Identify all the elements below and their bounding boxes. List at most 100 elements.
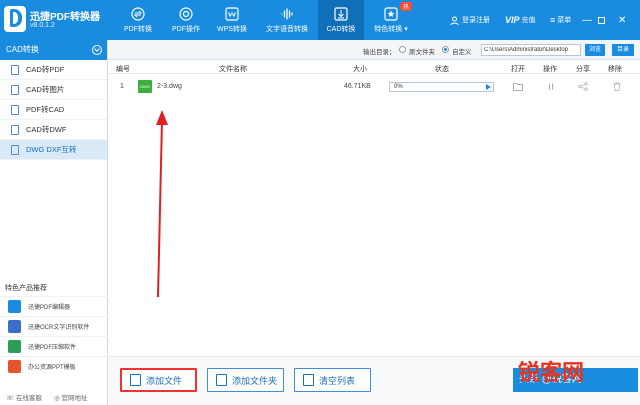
trash-icon[interactable] — [612, 82, 622, 91]
promo-title: 特色产品推荐 — [5, 285, 47, 292]
progress-text: 0% — [394, 84, 403, 90]
col-size: 大小 — [353, 66, 367, 73]
target-icon — [179, 6, 193, 21]
app-version: v8.0.1.2 — [30, 22, 55, 29]
promo-pdf-compress[interactable]: 迅捷PDF压缩软件 — [0, 336, 108, 355]
ppt-icon — [8, 360, 21, 373]
maximize-icon — [598, 16, 605, 24]
file-icon — [11, 85, 19, 95]
tab-label: 文字语音转换 — [266, 25, 308, 33]
service-link[interactable]: ☏ 在线客服 — [6, 392, 42, 402]
clear-list-label: 清空列表 — [319, 375, 356, 386]
audio-wave-icon — [281, 7, 293, 20]
row-file-name: 2-3.dwg — [157, 83, 182, 90]
tab-label: PDF操作 — [172, 25, 200, 33]
sidebar-header[interactable]: CAD转换 — [0, 40, 107, 60]
progress-bar: 0% — [389, 82, 494, 92]
vip-label: VIP — [505, 15, 520, 25]
minimize-button[interactable]: — — [582, 0, 592, 40]
browse-button[interactable]: 浏览 — [585, 44, 605, 56]
compress-icon — [8, 340, 21, 353]
promo-label: 办公资源PPT模板 — [28, 365, 76, 371]
add-folder-icon — [216, 374, 227, 386]
promo-ppt-templates[interactable]: 办公资源PPT模板 — [0, 356, 108, 375]
tab-pdf-operate[interactable]: PDF操作 — [160, 0, 212, 40]
website-link[interactable]: ◎ 官网地址 — [54, 392, 87, 402]
menu-label: 菜单 — [557, 17, 572, 24]
file-icon — [11, 125, 19, 135]
custom-label: 自定义 — [452, 49, 472, 56]
output-label: 输出目录： — [363, 49, 396, 56]
tab-wps-convert[interactable]: WPS转换 — [206, 0, 258, 40]
add-file-button[interactable]: 添加文件 — [120, 368, 197, 392]
menu-button[interactable]: ≡ 菜单 — [550, 0, 571, 40]
output-path-input[interactable] — [481, 44, 581, 56]
wps-icon — [225, 6, 239, 21]
vip-recharge-button[interactable]: VIP 充值 — [505, 0, 536, 40]
radio-original-folder[interactable] — [399, 46, 406, 53]
sidebar-item-cad-to-pdf[interactable]: CAD转PDF — [0, 60, 107, 80]
convert-icon — [131, 6, 145, 21]
play-icon[interactable] — [486, 84, 491, 90]
recharge-label: 充值 — [521, 17, 536, 24]
watermark-brand: 锐客网 — [518, 360, 585, 385]
promo-label: 迅捷OCR文字识别软件 — [28, 325, 90, 331]
col-status: 状态 — [435, 66, 449, 73]
sidebar-item-label: PDF转CAD — [26, 105, 65, 114]
headset-icon: ☏ — [6, 395, 15, 402]
col-share: 分享 — [576, 66, 590, 73]
table-header: 编号 文件名称 大小 状态 打开 操作 分享 移除 — [109, 61, 640, 74]
dwg-file-icon: DWG — [138, 80, 152, 93]
sidebar-item-cad-to-image[interactable]: CAD转图片 — [0, 80, 107, 100]
sidebar-item-dwg-dxf[interactable]: DWG DXF互转 — [0, 140, 107, 160]
tab-label: PDF转换 — [124, 25, 152, 33]
top-bar: 迅捷PDF转换器 v8.0.1.2 PDF转换 PDF操作 WPS转换 文字语音… — [0, 0, 640, 40]
promo-pdf-editor[interactable]: 迅捷PDF编辑器 — [0, 296, 108, 315]
sidebar-item-label: CAD转DWF — [26, 125, 67, 134]
hot-badge: 热 — [399, 2, 412, 11]
sidebar-item-cad-to-dwf[interactable]: CAD转DWF — [0, 120, 107, 140]
sidebar-item-label: CAD转PDF — [26, 65, 65, 74]
maximize-button[interactable] — [598, 0, 605, 40]
row-index: 1 — [120, 83, 124, 90]
file-icon — [11, 105, 19, 115]
menu-icon: ≡ — [550, 15, 556, 25]
radio-custom[interactable] — [442, 46, 449, 53]
tab-cad-convert[interactable]: CAD转换 — [318, 0, 364, 40]
clear-list-button[interactable]: 清空列表 — [294, 368, 371, 392]
app-title: 迅捷PDF转换器 — [30, 12, 100, 23]
tab-label: 特色转换 ▾ — [374, 25, 408, 33]
user-icon — [450, 16, 459, 25]
add-file-label: 添加文件 — [146, 375, 183, 386]
col-remove: 移除 — [608, 66, 622, 73]
tab-text-speech[interactable]: 文字语音转换 — [257, 0, 317, 40]
ocr-icon — [8, 320, 21, 333]
file-icon — [11, 65, 19, 75]
pause-icon[interactable] — [546, 82, 556, 91]
add-folder-button[interactable]: 添加文件夹 — [207, 368, 284, 392]
promo-label: 迅捷PDF压缩软件 — [28, 345, 77, 351]
sidebar: CAD转换 CAD转PDF CAD转图片 PDF转CAD CAD转DWF DWG… — [0, 40, 108, 405]
tab-feature-convert[interactable]: 热 特色转换 ▾ — [364, 0, 418, 40]
promo-ocr[interactable]: 迅捷OCR文字识别软件 — [0, 316, 108, 335]
pdf-editor-icon — [8, 300, 21, 313]
tab-pdf-convert[interactable]: PDF转换 — [112, 0, 164, 40]
promo-label: 迅捷PDF编辑器 — [28, 305, 71, 311]
login-button[interactable]: 登录注册 — [450, 0, 490, 40]
add-file-icon — [130, 374, 141, 386]
sidebar-footer: ☏ 在线客服 ◎ 官网地址 — [0, 389, 108, 405]
main-panel: 输出目录： 原文件夹 自定义 浏览 目录 编号 文件名称 大小 状态 打开 操作… — [109, 40, 640, 405]
collapse-icon[interactable] — [92, 45, 102, 55]
folder-icon[interactable] — [513, 82, 523, 91]
original-folder-label: 原文件夹 — [409, 49, 435, 56]
sidebar-item-pdf-to-cad[interactable]: PDF转CAD — [0, 100, 107, 120]
minimize-icon: — — [582, 14, 592, 26]
table-row[interactable]: 1 DWG 2-3.dwg 46.71KB 0% — [109, 76, 640, 98]
share-icon[interactable] — [578, 82, 588, 91]
open-directory-button[interactable]: 目录 — [612, 44, 634, 56]
close-button[interactable]: ✕ — [618, 0, 626, 40]
globe-icon: ◎ — [53, 395, 60, 402]
output-bar: 输出目录： 原文件夹 自定义 浏览 目录 — [109, 40, 640, 60]
close-icon: ✕ — [618, 14, 627, 26]
file-icon — [11, 145, 19, 155]
